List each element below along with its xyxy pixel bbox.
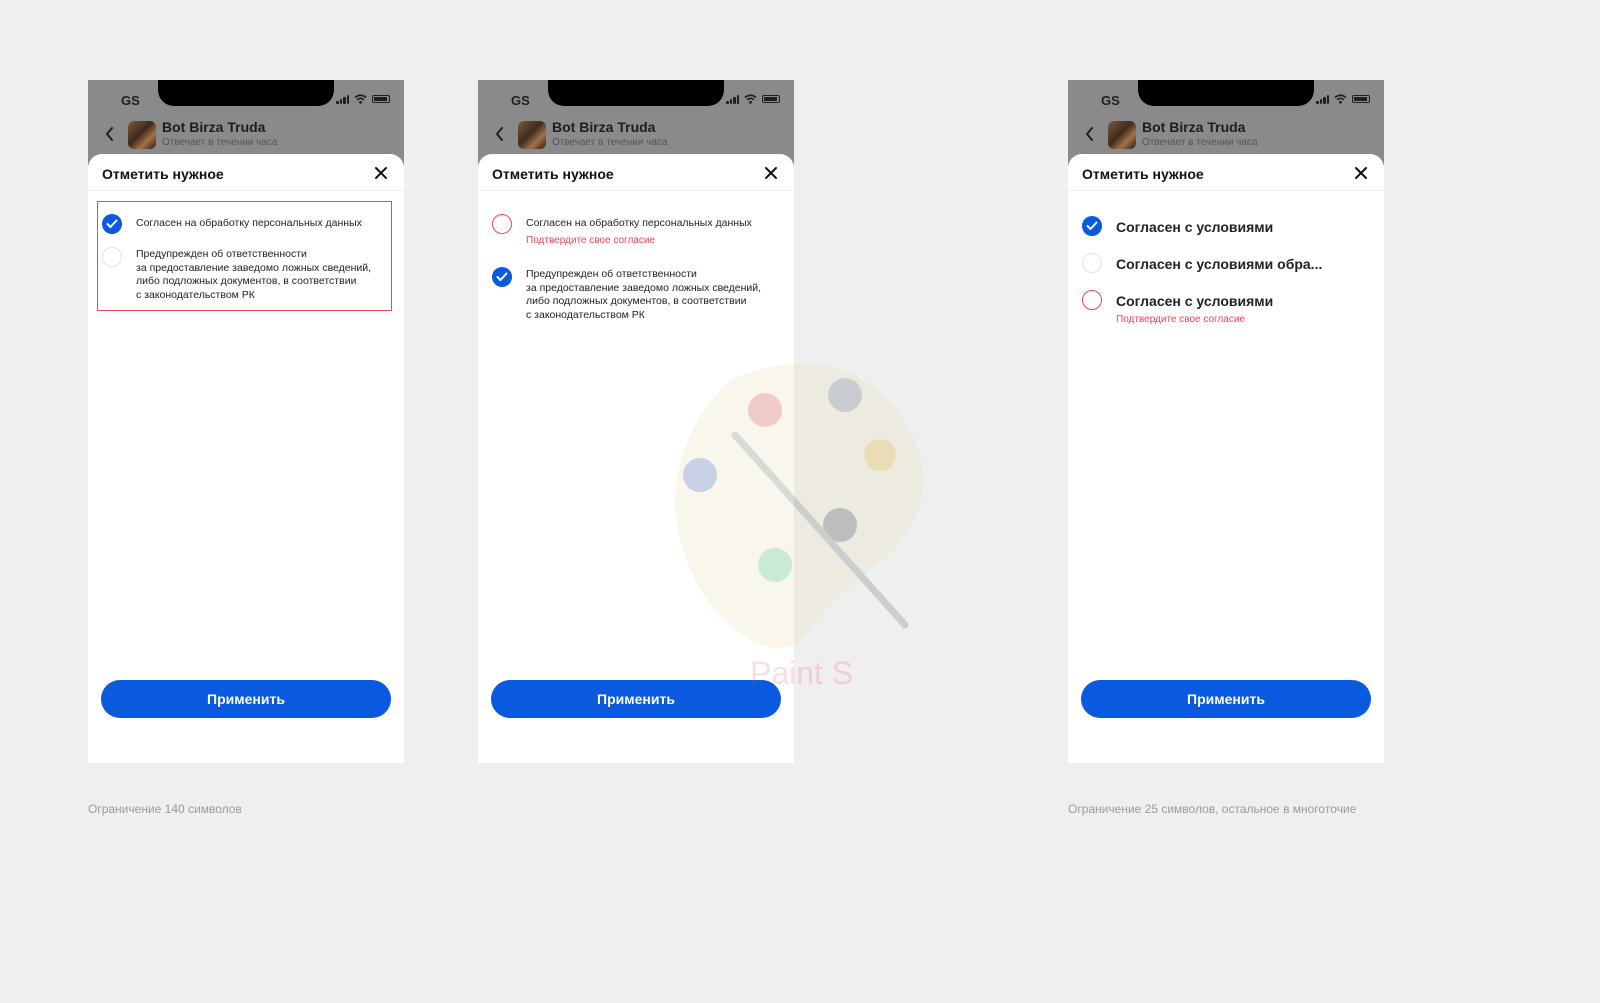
phone-screen-140-chars: GS Bot Birza Truda Отвечает в течении ча… [88,80,404,763]
wifi-icon [354,94,367,104]
chat-avatar [1108,121,1136,149]
sheet-title: Отметить нужное [1082,166,1204,182]
battery-icon [762,95,780,103]
status-bar-icons [336,94,390,104]
caption-25-limit: Ограничение 25 символов, остальное в мно… [1068,802,1357,816]
annotation-highlight-box [97,201,392,311]
chat-title: Bot Birza Truda [552,119,656,135]
carrier-label: GS [121,93,140,108]
divider [1068,190,1384,191]
option-label: Согласен на обработку персональных данны… [526,217,752,229]
unchecked-radio-icon[interactable] [1082,253,1102,273]
option-label: Предупрежден об ответственности за предо… [526,268,762,321]
watermark-text: Paint S [750,655,854,691]
back-arrow-icon[interactable] [1084,126,1096,142]
checked-radio-icon[interactable] [492,267,512,287]
error-radio-icon[interactable] [492,214,512,234]
phone-screen-25-chars: GS Bot Birza Truda Отвечает в течении ча… [1068,80,1384,763]
wifi-icon [1334,94,1347,104]
phone-screen-error-state: GS Bot Birza Truda Отвечает в течении ча… [478,80,794,763]
device-notch [158,80,334,106]
status-bar-icons [726,94,780,104]
option-label: Согласен с условиями [1116,293,1274,309]
option-label: Согласен с условиями [1116,219,1274,235]
caption-140-limit: Ограничение 140 символов [88,802,242,816]
apply-button[interactable]: Применить [1081,680,1371,718]
close-icon[interactable] [374,166,388,180]
sheet-title: Отметить нужное [102,166,224,182]
sheet-title: Отметить нужное [492,166,614,182]
bottom-sheet: Отметить нужное Согласен с условиями Сог… [1068,154,1384,763]
chat-title: Bot Birza Truda [162,119,266,135]
divider [478,190,794,191]
chat-subtitle: Отвечает в течении часа [162,137,278,148]
apply-button[interactable]: Применить [491,680,781,718]
chat-title: Bot Birza Truda [1142,119,1246,135]
checked-radio-icon[interactable] [1082,216,1102,236]
back-arrow-icon[interactable] [104,126,116,142]
battery-icon [1352,95,1370,103]
wifi-icon [744,94,757,104]
chat-subtitle: Отвечает в течении часа [552,137,668,148]
divider [88,190,404,191]
signal-icon [336,94,349,104]
error-radio-icon[interactable] [1082,290,1102,310]
signal-icon [1316,94,1329,104]
status-bar-icons [1316,94,1370,104]
option-label: Согласен с условиями обра... [1116,256,1323,272]
chat-avatar [128,121,156,149]
carrier-label: GS [511,93,530,108]
error-message: Подтвердите свое согласие [526,235,656,246]
signal-icon [726,94,739,104]
chat-subtitle: Отвечает в течении часа [1142,137,1258,148]
close-icon[interactable] [764,166,778,180]
carrier-label: GS [1101,93,1120,108]
bottom-sheet: Отметить нужное Согласен на обработку пе… [478,154,794,763]
error-message: Подтвердите свое согласие [1116,314,1246,325]
device-notch [548,80,724,106]
device-notch [1138,80,1314,106]
battery-icon [372,95,390,103]
apply-button[interactable]: Применить [101,680,391,718]
close-icon[interactable] [1354,166,1368,180]
chat-avatar [518,121,546,149]
back-arrow-icon[interactable] [494,126,506,142]
